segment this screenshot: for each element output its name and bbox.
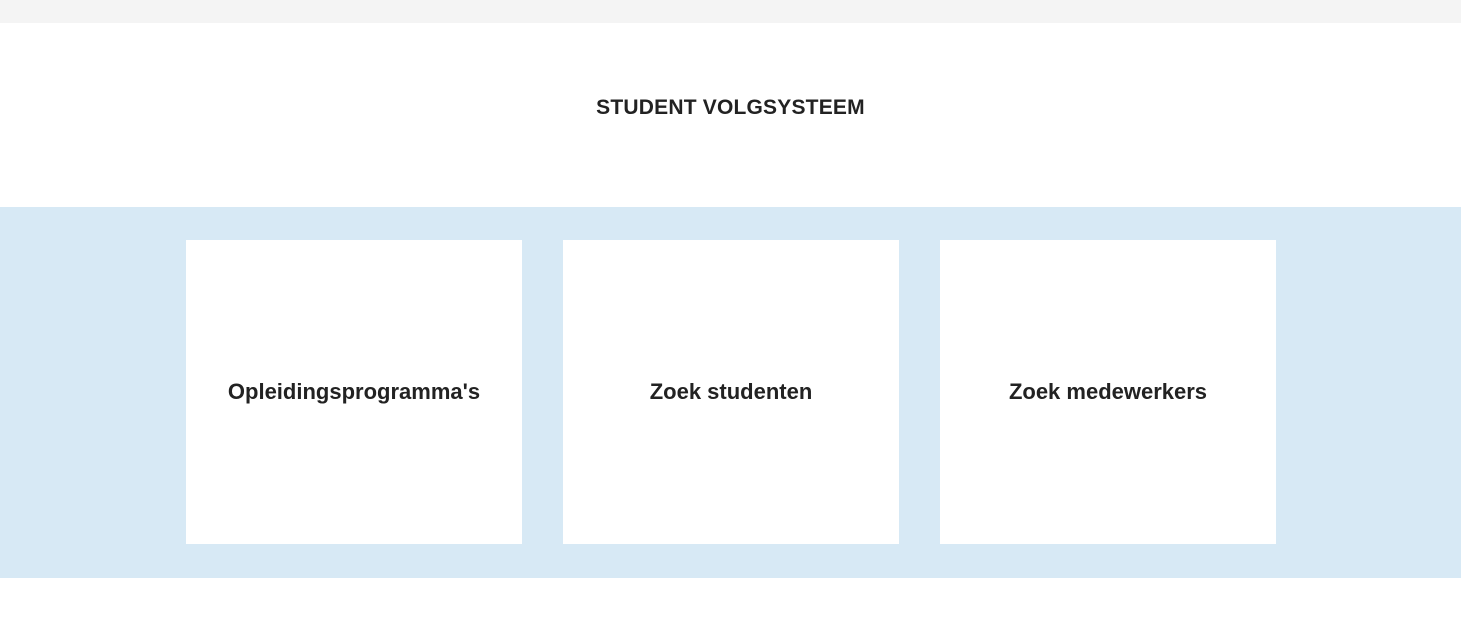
tile-label: Zoek medewerkers: [1008, 379, 1208, 404]
page-title: STUDENT VOLGSYSTEEM: [596, 96, 865, 119]
tile-label: Opleidingsprogramma's: [227, 379, 481, 404]
page-header: STUDENT VOLGSYSTEEM: [0, 23, 1461, 207]
tile-zoek-studenten[interactable]: Zoek studenten: [563, 240, 899, 544]
navigation-tiles: Opleidingsprogramma's Zoek studenten Zoe…: [0, 207, 1461, 578]
tile-opleidingsprogrammas[interactable]: Opleidingsprogramma's: [186, 240, 522, 544]
tile-zoek-medewerkers[interactable]: Zoek medewerkers: [940, 240, 1276, 544]
tile-label: Zoek studenten: [649, 379, 813, 404]
footer-area: [0, 578, 1461, 628]
top-bar: [0, 0, 1461, 23]
